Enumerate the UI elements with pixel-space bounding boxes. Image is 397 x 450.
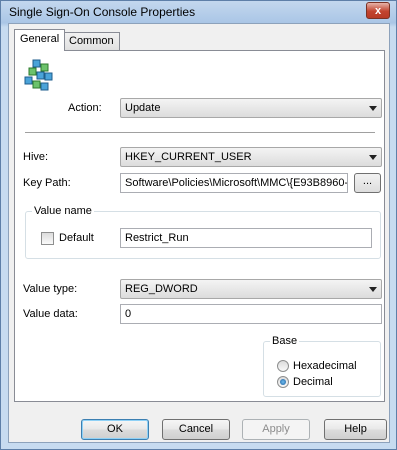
default-checkbox-label: Default xyxy=(59,232,94,244)
window-title: Single Sign-On Console Properties xyxy=(9,5,196,19)
action-select-value: Update xyxy=(125,102,161,114)
browse-button[interactable]: ... xyxy=(354,173,381,193)
base-group-title: Base xyxy=(270,335,300,347)
key-path-label: Key Path: xyxy=(23,177,71,189)
hive-label: Hive: xyxy=(23,151,49,163)
default-checkbox[interactable] xyxy=(41,232,54,245)
key-path-input[interactable]: Software\Policies\Microsoft\MMC\{E93B896… xyxy=(120,173,348,193)
apply-button-label: Apply xyxy=(262,423,290,435)
base-group: Base Hexadecimal Decimal xyxy=(263,335,381,397)
general-tab-panel: Action: Update Hive: HKEY_CURRENT_USER K… xyxy=(14,50,385,402)
ok-button[interactable]: OK xyxy=(81,419,149,440)
key-path-value: Software\Policies\Microsoft\MMC\{E93B896… xyxy=(125,177,348,189)
registry-icon xyxy=(24,59,53,91)
action-label: Action: xyxy=(68,102,102,114)
value-data-value: 0 xyxy=(125,308,132,320)
decimal-radio-label: Decimal xyxy=(293,376,333,388)
tab-common[interactable]: Common xyxy=(63,32,120,50)
value-name-input[interactable]: Restrict_Run xyxy=(120,228,372,248)
hive-select[interactable]: HKEY_CURRENT_USER xyxy=(120,147,382,167)
value-type-select[interactable]: REG_DWORD xyxy=(120,279,382,299)
tab-general[interactable]: General xyxy=(14,29,66,51)
value-name-group: Value name Default Restrict_Run xyxy=(25,205,381,259)
tab-general-label: General xyxy=(20,33,60,45)
value-name-value: Restrict_Run xyxy=(125,232,189,244)
value-data-label: Value data: xyxy=(23,308,78,320)
close-icon: x xyxy=(374,4,382,17)
browse-button-label: ... xyxy=(362,175,373,187)
hexadecimal-radio-label: Hexadecimal xyxy=(293,360,357,372)
apply-button[interactable]: Apply xyxy=(242,419,310,440)
hexadecimal-radio[interactable] xyxy=(277,360,289,372)
cancel-button[interactable]: Cancel xyxy=(162,419,230,440)
dialog-client: General Common Action: Update Hive: HKEY… xyxy=(8,23,390,443)
chevron-down-icon xyxy=(369,155,377,160)
hive-select-value: HKEY_CURRENT_USER xyxy=(125,151,252,163)
divider xyxy=(25,132,375,134)
chevron-down-icon xyxy=(369,106,377,111)
tab-common-label: Common xyxy=(69,35,114,47)
close-button[interactable]: x xyxy=(366,2,390,19)
help-button-label: Help xyxy=(344,423,367,435)
help-button[interactable]: Help xyxy=(324,419,387,440)
value-type-select-value: REG_DWORD xyxy=(125,283,198,295)
properties-window: Single Sign-On Console Properties x Gene… xyxy=(0,0,397,450)
decimal-radio[interactable] xyxy=(277,376,289,388)
value-name-group-title: Value name xyxy=(32,205,94,217)
value-type-label: Value type: xyxy=(23,283,78,295)
title-bar[interactable]: Single Sign-On Console Properties x xyxy=(1,1,396,23)
ok-button-label: OK xyxy=(107,423,123,435)
chevron-down-icon xyxy=(369,287,377,292)
value-data-input[interactable]: 0 xyxy=(120,304,382,324)
action-select[interactable]: Update xyxy=(120,98,382,118)
cancel-button-label: Cancel xyxy=(178,423,214,435)
